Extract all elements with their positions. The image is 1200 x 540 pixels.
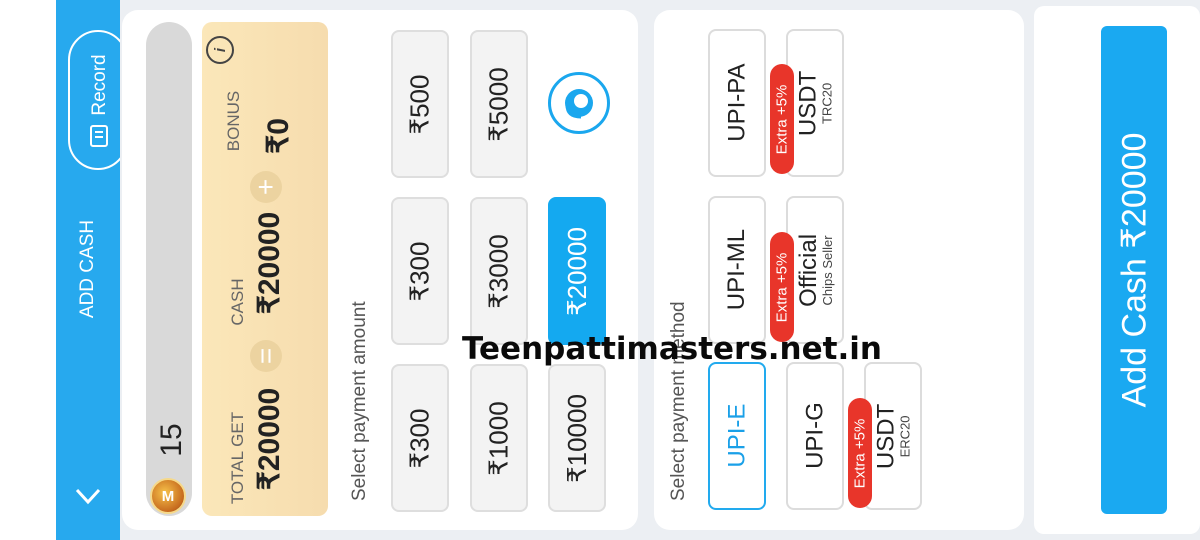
cash-label: CASH	[228, 278, 247, 326]
method-option[interactable]: USDT TRC20	[786, 29, 844, 177]
cash-value: ₹20000	[253, 211, 286, 315]
amount-option[interactable]: ₹500	[391, 30, 449, 178]
method-option[interactable]: USDT ERC20	[864, 362, 922, 510]
method-option[interactable]: UPI-G	[786, 362, 844, 510]
add-cash-button[interactable]: Add Cash ₹20000	[1101, 26, 1167, 514]
watermark-text: Teenpattimasters.net.in	[462, 331, 882, 367]
amount-option-selected[interactable]: ₹20000	[548, 197, 606, 345]
bonus-value: ₹0	[262, 118, 295, 154]
method-option[interactable]: UPI-PA	[708, 29, 766, 177]
record-icon	[90, 124, 108, 147]
extra-bonus-tag: Extra +5%	[770, 64, 794, 174]
method-option[interactable]: UPI-ML	[708, 196, 766, 344]
record-button[interactable]: Record	[68, 30, 128, 170]
amount-option[interactable]: ₹3000	[470, 197, 528, 345]
extra-bonus-tag: Extra +5%	[770, 232, 794, 342]
amount-section-label: Select payment amount	[349, 301, 370, 501]
amount-option[interactable]: ₹5000	[470, 30, 528, 178]
total-get-label: TOTAL GET	[228, 411, 247, 505]
extra-bonus-tag: Extra +5%	[848, 398, 872, 508]
customer-support-icon[interactable]	[548, 72, 610, 134]
equals-icon: =	[250, 340, 282, 372]
amount-option[interactable]: ₹10000	[548, 364, 606, 512]
chevron-down-icon	[75, 488, 101, 505]
bonus-label: BONUS	[224, 90, 243, 152]
method-option[interactable]: Official Chips Seller	[786, 196, 844, 344]
plus-icon: +	[250, 171, 282, 203]
amount-option[interactable]: ₹300	[391, 364, 449, 512]
record-label: Record	[89, 54, 110, 116]
info-icon[interactable]: i	[206, 36, 234, 64]
amount-option[interactable]: ₹300	[391, 197, 449, 345]
total-get-value: ₹20000	[253, 387, 286, 491]
coin-icon: M	[150, 478, 186, 514]
method-section-label: Select payment method	[668, 301, 689, 501]
page-title: ADD CASH	[77, 219, 98, 319]
method-option-selected[interactable]: UPI-E	[708, 362, 766, 510]
amount-option[interactable]: ₹1000	[470, 364, 528, 512]
back-button[interactable]	[56, 468, 120, 524]
coin-balance: 15	[155, 423, 188, 457]
